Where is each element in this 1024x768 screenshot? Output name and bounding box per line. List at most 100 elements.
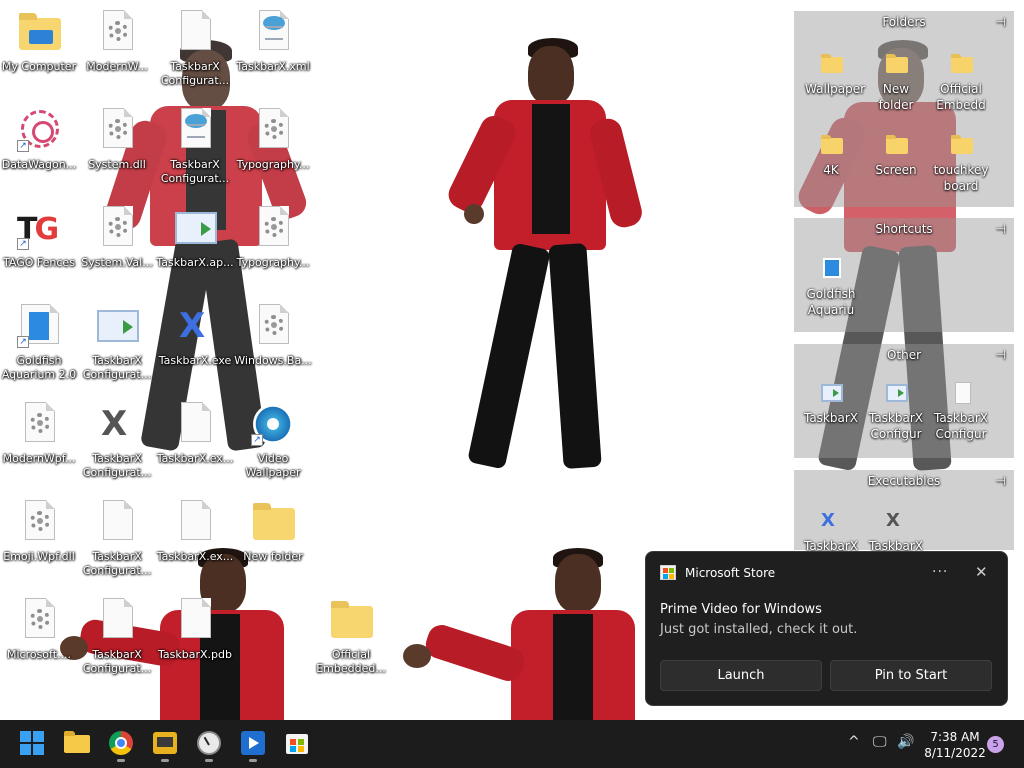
blank-file-icon	[93, 596, 141, 644]
desktop-icon-taskbarx-ex-1[interactable]: TaskbarX.ex...	[156, 394, 234, 486]
fence-item-new-folder[interactable]: New folder	[863, 49, 929, 113]
desktop-icon-typography-1[interactable]: Typography...	[234, 100, 312, 192]
running-indicator	[117, 759, 125, 762]
desktop-icon-label: TaskbarX Configurat...	[82, 648, 152, 675]
fence-item-4k[interactable]: 4K	[798, 130, 864, 178]
desktop-icon-label: TaskbarX.ap...	[156, 256, 234, 269]
taskbar-media-player[interactable]	[240, 730, 266, 762]
taskbar-chrome[interactable]	[108, 730, 134, 762]
desktop-icon-emoji-wpf[interactable]: Emoji.Wpf.dll	[0, 492, 78, 584]
fence-item-taskbarx-configur-1[interactable]: TaskbarX Configur	[863, 378, 929, 442]
desktop-icon-taskbarx-config-5[interactable]: TaskbarX Configurat...	[156, 2, 234, 94]
show-hidden-icons-chevron[interactable]: ^	[848, 734, 860, 750]
fence-shortcuts[interactable]: Shortcuts ⊣ Goldfish Aquariu	[794, 218, 1014, 332]
desktop-icon-new-folder[interactable]: New folder	[234, 492, 312, 584]
taskbar-clock[interactable]: 7:38 AM 8/11/2022	[922, 729, 988, 761]
desktop-icon-label: Emoji.Wpf.dll	[3, 550, 75, 563]
fence-executables[interactable]: Executables ⊣ X TaskbarX X TaskbarX	[794, 470, 1014, 553]
pin-icon[interactable]: ⊣	[996, 344, 1006, 366]
desktop-icon-tago-fences[interactable]: TG ↗ TAGO Fences	[0, 198, 78, 290]
app-window-icon	[815, 378, 847, 408]
desktop-icon-label: TaskbarX.pdb	[158, 648, 232, 661]
fence-folders[interactable]: Folders ⊣ Wallpaper New folder Official …	[794, 11, 1014, 207]
close-icon[interactable]: ✕	[975, 563, 988, 581]
pin-icon[interactable]: ⊣	[996, 11, 1006, 33]
fence-other[interactable]: Other ⊣ TaskbarX TaskbarX Configur Taskb…	[794, 344, 1014, 458]
clock-app-icon	[197, 731, 221, 755]
pin-icon[interactable]: ⊣	[996, 218, 1006, 240]
desktop-icon-system-val[interactable]: System.Val...	[78, 198, 156, 290]
desktop-icon-windows-ba[interactable]: Windows.Ba...	[234, 296, 312, 388]
dll-file-icon	[93, 8, 141, 56]
desktop-icon-taskbarx-config-1[interactable]: TaskbarX Configurat...	[78, 296, 156, 388]
desktop-icon-modernwpf-dll[interactable]: ModernWpf...	[0, 394, 78, 486]
more-options-icon[interactable]: ···	[932, 564, 948, 580]
fence-item-goldfish[interactable]: Goldfish Aquariu	[798, 254, 864, 318]
desktop-icon-taskbarx-ap[interactable]: TaskbarX.ap...	[156, 198, 234, 290]
toast-header: Microsoft Store	[660, 565, 775, 580]
folder-icon	[327, 596, 375, 644]
desktop-icon-my-computer[interactable]: My Computer	[0, 2, 78, 94]
fence-item-taskbarx[interactable]: TaskbarX	[798, 378, 864, 426]
volume-icon[interactable]: 🔊	[897, 734, 914, 750]
desktop-icon-label: TAGO Fences	[3, 256, 75, 269]
desktop-icon-label: TaskbarX Configurat...	[82, 550, 152, 577]
fence-item-taskbarx-exe-2[interactable]: X TaskbarX	[863, 506, 929, 554]
desktop-icon-official-embedded[interactable]: Official Embedded...	[312, 590, 390, 682]
desktop-icon-modernw[interactable]: ModernW...	[78, 2, 156, 94]
toast-notification[interactable]: Microsoft Store ··· ✕ Prime Video for Wi…	[645, 551, 1008, 706]
network-icon[interactable]: 🖵	[873, 734, 887, 750]
fence-item-taskbarx-configur-2[interactable]: TaskbarX Configur	[928, 378, 994, 442]
blank-file-icon	[171, 498, 219, 546]
desktop-icon-datawagon[interactable]: ↗ DataWagon...	[0, 100, 78, 192]
desktop-icon-label: Typography...	[236, 158, 310, 171]
fence-item-touchkeyboard[interactable]: touchkey board	[928, 130, 994, 194]
pin-to-start-button[interactable]: Pin to Start	[830, 660, 992, 691]
fence-item-screen[interactable]: Screen	[863, 130, 929, 178]
desktop-icon-taskbarx-config-2[interactable]: X TaskbarX Configurat...	[78, 394, 156, 486]
desktop-icon-taskbarx-exe[interactable]: X TaskbarX.exe	[156, 296, 234, 388]
desktop-icon-taskbarx-pdb[interactable]: TaskbarX.pdb	[156, 590, 234, 682]
folder-icon	[249, 498, 297, 546]
launch-button[interactable]: Launch	[660, 660, 822, 691]
desktop-icon-taskbarx-ex-2[interactable]: TaskbarX.ex...	[156, 492, 234, 584]
fence-item-label: TaskbarX Configur	[868, 411, 924, 441]
clock-date: 8/11/2022	[924, 746, 986, 760]
taskbar-media-app[interactable]	[152, 730, 178, 762]
taskbar-file-explorer[interactable]	[64, 730, 90, 756]
taskbar-clock-app[interactable]	[196, 730, 222, 762]
desktop-icon-video-wallpaper[interactable]: ↗ Video Wallpaper	[234, 394, 312, 486]
desktop-icon-microsoft[interactable]: Microsoft....	[0, 590, 78, 682]
desktop-icon-taskbarx-config-6[interactable]: TaskbarX Configurat...	[156, 100, 234, 192]
fence-item-taskbarx-exe-1[interactable]: X TaskbarX	[798, 506, 864, 554]
folder-icon	[945, 49, 977, 79]
desktop-icon-taskbarx-xml[interactable]: TaskbarX.xml	[234, 2, 312, 94]
folder-icon	[815, 130, 847, 160]
fence-item-wallpaper[interactable]: Wallpaper	[798, 49, 865, 97]
goldfish-app-icon	[815, 254, 847, 284]
running-indicator	[205, 759, 213, 762]
desktop-icon-label: ModernW...	[86, 60, 148, 73]
blank-file-icon	[171, 400, 219, 448]
fence-item-label: Goldfish Aquariu	[806, 287, 856, 317]
running-indicator	[249, 759, 257, 762]
taskbar-store[interactable]	[284, 730, 310, 756]
media-player-icon	[241, 731, 265, 755]
start-button[interactable]	[19, 730, 45, 756]
fence-item-official-embedd[interactable]: Official Embedd	[928, 49, 994, 113]
folder-icon	[815, 49, 847, 79]
desktop-icon-typography-2[interactable]: Typography...	[234, 198, 312, 290]
dll-file-icon	[249, 302, 297, 350]
desktop-icon-goldfish-aquarium[interactable]: ↗ Goldfish Aquarium 2.0	[0, 296, 78, 388]
fence-item-label: TaskbarX Configur	[933, 411, 989, 441]
notification-badge[interactable]: 5	[987, 736, 1004, 753]
desktop-icon-system-dll[interactable]: System.dll	[78, 100, 156, 192]
fence-item-label: Official Embedd	[936, 82, 986, 112]
desktop-icon-label: Windows.Ba...	[234, 354, 312, 367]
desktop-icon-taskbarx-config-3[interactable]: TaskbarX Configurat...	[78, 492, 156, 584]
desktop-icon-taskbarx-config-4[interactable]: TaskbarX Configurat...	[78, 590, 156, 682]
fence-item-label: Screen	[875, 163, 917, 177]
toast-app-name: Microsoft Store	[685, 565, 776, 580]
chrome-icon	[109, 731, 133, 755]
pin-icon[interactable]: ⊣	[996, 470, 1006, 492]
